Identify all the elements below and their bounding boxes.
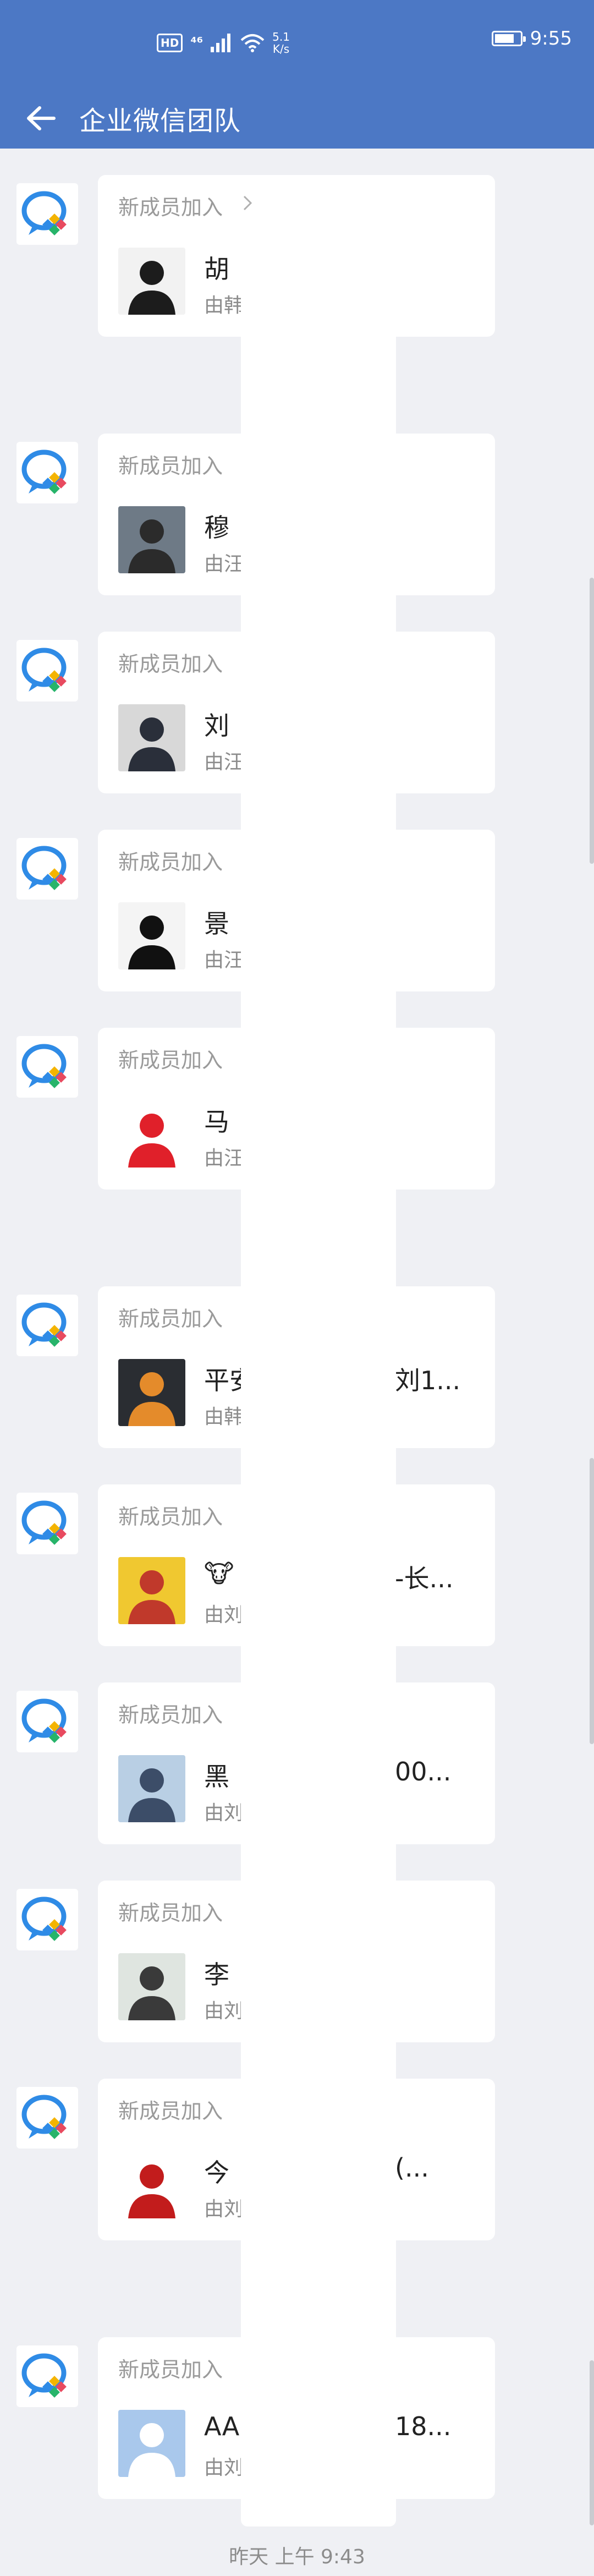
- wecom-logo-icon: [16, 640, 78, 701]
- member-inviter: 由汪: [204, 1147, 244, 1170]
- hd-badge: HD: [157, 34, 183, 52]
- member-name: 黑: [204, 1762, 229, 1791]
- member-inviter: 由汪: [204, 751, 244, 774]
- member-inviter: 由刘: [204, 1604, 244, 1626]
- network-speed: 5.1 K/s: [272, 31, 290, 55]
- member-avatar: [118, 704, 185, 771]
- member-inviter: 由刘: [204, 2457, 244, 2479]
- wecom-logo-icon: [16, 838, 78, 900]
- member-avatar: [118, 506, 185, 573]
- member-avatar: [118, 1100, 185, 1168]
- member-name: 景: [204, 909, 229, 939]
- member-avatar: [118, 1557, 185, 1624]
- status-right: 9:55: [491, 28, 572, 50]
- member-inviter: 由韩: [204, 1406, 244, 1428]
- member-avatar: [118, 1359, 185, 1426]
- card-tag: 新成员加入: [118, 454, 223, 478]
- member-name: 马: [204, 1107, 229, 1137]
- card-tag: 新成员加入: [118, 1703, 223, 1727]
- card-tag: 新成员加入: [118, 850, 223, 874]
- header: 企业微信团队: [0, 88, 594, 149]
- member-avatar: [118, 2151, 185, 2218]
- wecom-logo-icon: [16, 183, 78, 245]
- clock: 9:55: [530, 28, 572, 50]
- card-tag: 新成员加入: [118, 2099, 223, 2123]
- member-name-tail: 00...: [395, 1757, 452, 1786]
- wecom-logo-icon: [16, 2087, 78, 2149]
- member-name-tail: 刘1...: [395, 1366, 461, 1395]
- member-name-tail: (...: [395, 2153, 429, 2183]
- timestamp: 昨天 上午 9:43: [229, 2546, 365, 2568]
- back-button[interactable]: [13, 91, 68, 146]
- card-tag: 新成员加入: [118, 1048, 223, 1072]
- member-inviter: 由汪: [204, 553, 244, 576]
- status-bar: HD ⁴⁶ 5.1 K/s 9:55: [0, 0, 594, 88]
- member-inviter: 由刘: [204, 1802, 244, 1824]
- member-inviter: 由刘: [204, 2198, 244, 2221]
- card-tag: 新成员加入: [118, 1307, 223, 1331]
- member-name: 李: [204, 1960, 229, 1989]
- network-label: ⁴⁶: [190, 35, 204, 51]
- member-inviter: 由刘: [204, 2000, 244, 2023]
- speed-unit: K/s: [272, 42, 290, 56]
- arrow-left-icon: [27, 106, 56, 130]
- speed-value: 5.1: [272, 30, 290, 43]
- wecom-logo-icon: [16, 1691, 78, 1752]
- chevron-right-icon: [242, 195, 253, 213]
- member-name-tail: 18...: [395, 2411, 452, 2441]
- wifi-icon: [240, 34, 265, 52]
- redaction-mask: [241, 292, 396, 2526]
- wecom-logo-icon: [16, 442, 78, 503]
- member-name-tail: -长...: [395, 1564, 454, 1593]
- card-tag: 新成员加入: [118, 1901, 223, 1925]
- member-avatar: [118, 902, 185, 969]
- wecom-logo-icon: [16, 1889, 78, 1950]
- member-name: 胡: [204, 254, 229, 284]
- top-bar: HD ⁴⁶ 5.1 K/s 9:55 企业微信团队: [0, 0, 594, 149]
- card-tag: 新成员加入: [118, 2358, 223, 2382]
- member-inviter: 由汪: [204, 949, 244, 972]
- member-name: AA: [204, 2411, 240, 2441]
- wecom-logo-icon: [16, 1493, 78, 1554]
- member-name: 今: [204, 2158, 229, 2188]
- wecom-logo-icon: [16, 1036, 78, 1098]
- card-tag: 新成员加入: [118, 1505, 223, 1529]
- member-avatar: [118, 1953, 185, 2020]
- member-avatar: [118, 248, 185, 315]
- scrollbar[interactable]: [590, 578, 594, 864]
- member-avatar: [118, 1755, 185, 1822]
- signal-icon: [211, 34, 231, 52]
- member-avatar: [118, 2410, 185, 2477]
- battery-icon: [491, 31, 526, 46]
- member-inviter: 由韩: [204, 294, 244, 317]
- page-title: 企业微信团队: [79, 106, 241, 136]
- scrollbar-lower[interactable]: [590, 1458, 594, 1744]
- member-name: 穆: [204, 513, 229, 542]
- card-tag: 新成员加入: [118, 195, 223, 220]
- scrollbar-bottom[interactable]: [590, 2360, 594, 2525]
- wecom-logo-icon: [16, 1295, 78, 1356]
- member-name: 刘: [204, 711, 229, 741]
- status-icons: HD ⁴⁶ 5.1 K/s: [157, 26, 290, 59]
- member-name: 🐮: [204, 1559, 234, 1588]
- wecom-logo-icon: [16, 2345, 78, 2407]
- card-tag: 新成员加入: [118, 652, 223, 676]
